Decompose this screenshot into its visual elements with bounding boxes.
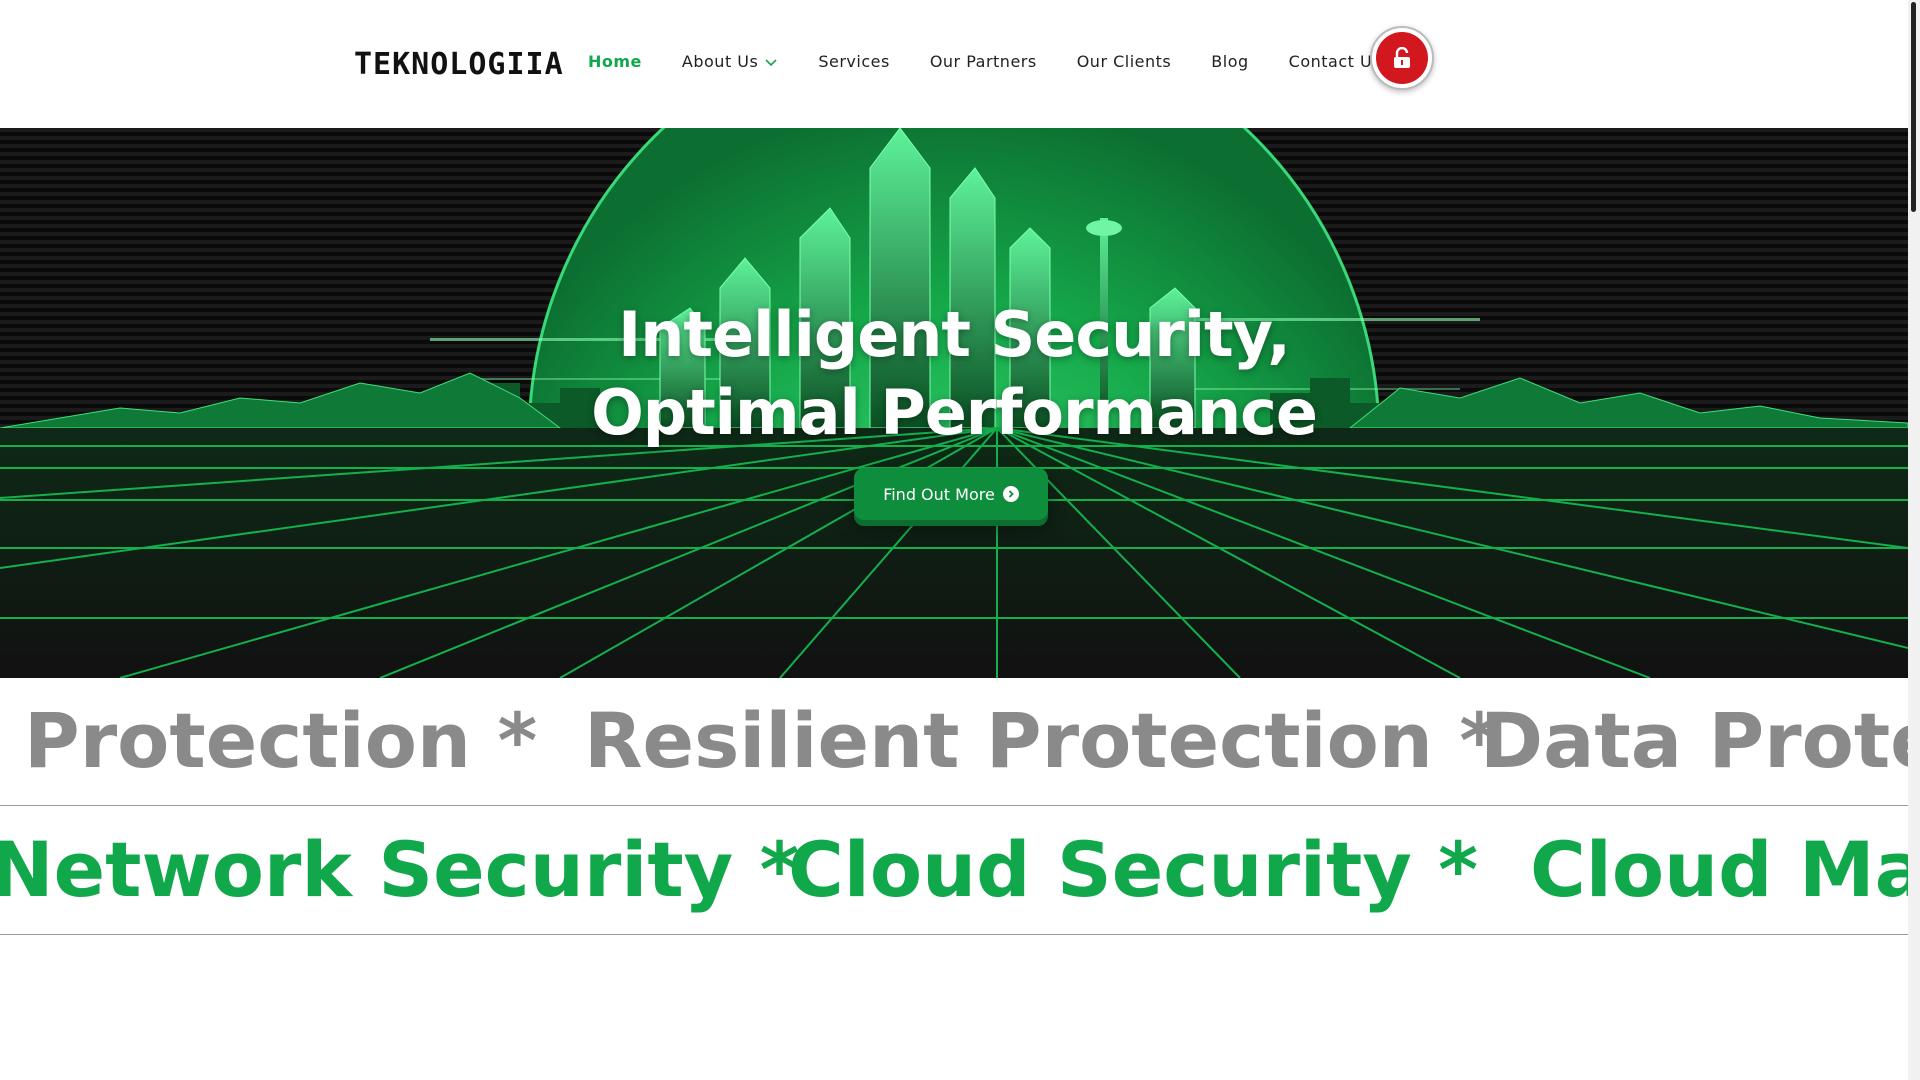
site-logo[interactable]: TEKNOLOGIIA xyxy=(354,47,564,82)
marquee-item: Resilient Protection * xyxy=(584,696,1500,785)
nav-our-clients[interactable]: Our Clients xyxy=(1077,52,1172,71)
nav-home-label: Home xyxy=(588,52,642,71)
marquee-item: Cloud Security * xyxy=(788,825,1479,914)
marquee-item: Data Protec xyxy=(1480,696,1908,785)
nav-about-us-label: About Us xyxy=(681,52,759,71)
scrollbar-thumb[interactable] xyxy=(1911,2,1916,212)
chevron-right-circle-icon xyxy=(1002,486,1019,502)
main-nav: Home About Us Services Our Partners Our … xyxy=(588,52,1421,71)
marquee-item: Protection * xyxy=(24,696,538,785)
nav-our-partners-label: Our Partners xyxy=(929,52,1037,71)
marquee-services-green: Network Security * Cloud Security * Clou… xyxy=(0,807,1908,935)
hero-title-line1: Intelligent Security, xyxy=(618,298,1291,371)
nav-about-us[interactable]: About Us xyxy=(682,52,778,71)
site-header: TEKNOLOGIIA Home About Us Services Our P… xyxy=(0,0,1908,128)
nav-our-clients-label: Our Clients xyxy=(1076,52,1172,71)
nav-contact-us-label: Contact Us xyxy=(1288,52,1382,71)
nav-blog[interactable]: Blog xyxy=(1211,52,1248,71)
nav-services-label: Services xyxy=(818,52,890,71)
nav-contact-us[interactable]: Contact Us xyxy=(1289,52,1381,71)
find-out-more-button[interactable]: Find Out More xyxy=(854,468,1048,520)
marquee-services-gray: Protection * Resilient Protection * Data… xyxy=(0,678,1908,806)
marquee-item: Network Security * xyxy=(0,825,800,914)
chevron-down-icon xyxy=(765,58,777,66)
nav-home[interactable]: Home xyxy=(588,52,642,71)
marquee-item: Cloud Mar xyxy=(1530,825,1908,914)
hero-banner: Intelligent Security, Optimal Performanc… xyxy=(0,128,1908,678)
find-out-more-label: Find Out More xyxy=(883,484,995,504)
lock-badge-inner xyxy=(1376,32,1428,84)
lock-badge-button[interactable] xyxy=(1370,26,1434,90)
hero-title: Intelligent Security, Optimal Performanc… xyxy=(0,296,1908,452)
page-scrollbar[interactable] xyxy=(1908,0,1920,1080)
nav-services[interactable]: Services xyxy=(818,52,889,71)
nav-blog-label: Blog xyxy=(1211,52,1249,71)
logo-text: TEKNOLOGIIA xyxy=(354,46,564,82)
hero-title-line2: Optimal Performance xyxy=(591,376,1318,449)
nav-our-partners[interactable]: Our Partners xyxy=(930,52,1037,71)
lock-open-icon xyxy=(1394,47,1410,68)
